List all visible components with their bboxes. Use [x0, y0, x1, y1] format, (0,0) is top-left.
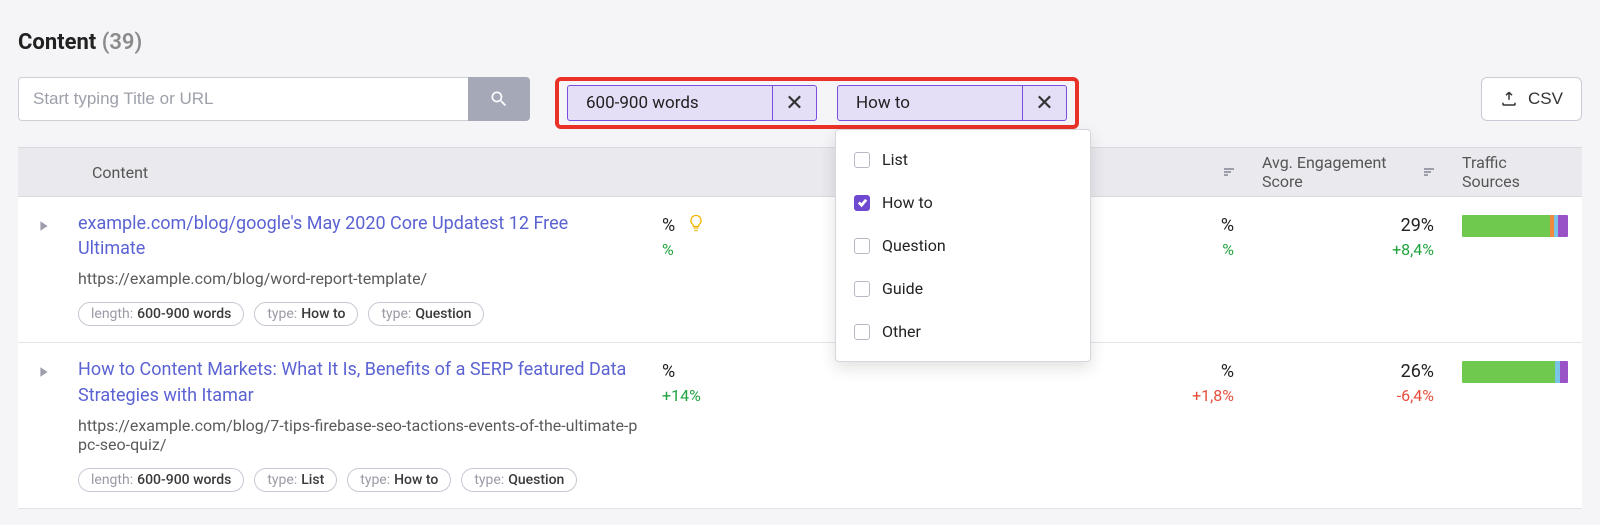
dropdown-option[interactable]: Guide: [836, 267, 1090, 310]
content-title-link[interactable]: How to Content Markets: What It Is, Bene…: [78, 359, 626, 405]
col-content[interactable]: Content: [78, 163, 648, 182]
tag[interactable]: type: How to: [347, 468, 451, 492]
dropdown-option-label: List: [882, 150, 908, 169]
content-url: https://example.com/blog/word-report-tem…: [78, 269, 638, 288]
dropdown-option[interactable]: Question: [836, 224, 1090, 267]
dropdown-option[interactable]: List: [836, 138, 1090, 181]
tags: length: 600-900 words type: List type: How…: [78, 468, 638, 492]
col-engagement[interactable]: Avg. Engagement Score: [1248, 153, 1448, 191]
tag[interactable]: type: How to: [254, 302, 358, 326]
metric-cell: %+1,8%: [1048, 357, 1248, 491]
traffic-sources-cell: [1448, 357, 1582, 491]
heading-count: (39): [102, 30, 143, 55]
filter-dropdown[interactable]: List How to Question Guide Other: [835, 129, 1091, 362]
engagement-cell: 29%+8,4%: [1248, 211, 1448, 326]
export-label: CSV: [1528, 89, 1563, 109]
sort-icon: [1224, 168, 1234, 176]
search-icon: [489, 89, 509, 109]
tag[interactable]: type: Question: [461, 468, 577, 492]
search-input[interactable]: [18, 77, 468, 121]
checkbox-icon: [854, 238, 870, 254]
tag[interactable]: length: 600-900 words: [78, 302, 244, 326]
bar-segment: [1462, 215, 1550, 237]
engagement-cell: 26%-6,4%: [1248, 357, 1448, 491]
content-title-link[interactable]: example.com/blog/google's May 2020 Core …: [78, 213, 568, 259]
expand-caret[interactable]: [18, 357, 78, 491]
sort-icon: [1424, 168, 1434, 176]
traffic-sources-cell: [1448, 211, 1582, 326]
dropdown-option-label: Guide: [882, 279, 923, 298]
idea-bulb-icon[interactable]: [686, 213, 706, 237]
dropdown-option[interactable]: How to: [836, 181, 1090, 224]
dropdown-option[interactable]: Other: [836, 310, 1090, 353]
page-heading: Content (39): [18, 30, 1582, 55]
filter-chip-type[interactable]: How to ✕: [837, 85, 1067, 121]
checkbox-icon: [854, 195, 870, 211]
traffic-sources-bar[interactable]: [1462, 361, 1568, 383]
filters-highlight: 600-900 words ✕ How to ✕ ListHow toQuest…: [555, 77, 1079, 129]
dropdown-option-label: Question: [882, 236, 946, 255]
export-icon: [1500, 90, 1518, 108]
content-cell: How to Content Markets: What It Is, Bene…: [78, 357, 648, 491]
bar-segment: [1558, 215, 1568, 237]
traffic-sources-bar[interactable]: [1462, 215, 1568, 237]
tags: length: 600-900 words type: How to type: Q…: [78, 302, 638, 326]
tag[interactable]: type: List: [254, 468, 337, 492]
table-row: example.com/blog/google's May 2020 Core …: [18, 197, 1582, 343]
toolbar: 600-900 words ✕ How to ✕ ListHow toQuest…: [18, 77, 1582, 129]
table-row: How to Content Markets: What It Is, Bene…: [18, 343, 1582, 508]
search-button[interactable]: [468, 77, 530, 121]
content-cell: example.com/blog/google's May 2020 Core …: [78, 211, 648, 326]
export-csv-button[interactable]: CSV: [1481, 77, 1582, 121]
content-url: https://example.com/blog/7-tips-firebase…: [78, 416, 638, 454]
bar-segment: [1462, 361, 1555, 383]
checkbox-icon: [854, 281, 870, 297]
tag[interactable]: length: 600-900 words: [78, 468, 244, 492]
dropdown-option-label: Other: [882, 322, 921, 341]
external-traffic-cell: %+14%: [648, 357, 1048, 491]
filter-chip-close[interactable]: ✕: [1022, 86, 1066, 120]
filter-chip-label: 600-900 words: [568, 86, 772, 120]
filter-chip-label: How to: [838, 86, 1022, 120]
bar-segment: [1560, 361, 1568, 383]
search-wrap: [18, 77, 530, 121]
heading-title: Content: [18, 30, 96, 55]
checkbox-icon: [854, 324, 870, 340]
expand-caret[interactable]: [18, 211, 78, 326]
table-header: Content External Tra Avg. Engagement Sco…: [18, 147, 1582, 197]
col-traffic-sources[interactable]: Traffic Sources: [1448, 153, 1582, 191]
tag[interactable]: type: Question: [368, 302, 484, 326]
dropdown-option-label: How to: [882, 193, 933, 212]
filter-chip-length[interactable]: 600-900 words ✕: [567, 85, 817, 121]
filter-chip-close[interactable]: ✕: [772, 86, 816, 120]
checkbox-icon: [854, 152, 870, 168]
